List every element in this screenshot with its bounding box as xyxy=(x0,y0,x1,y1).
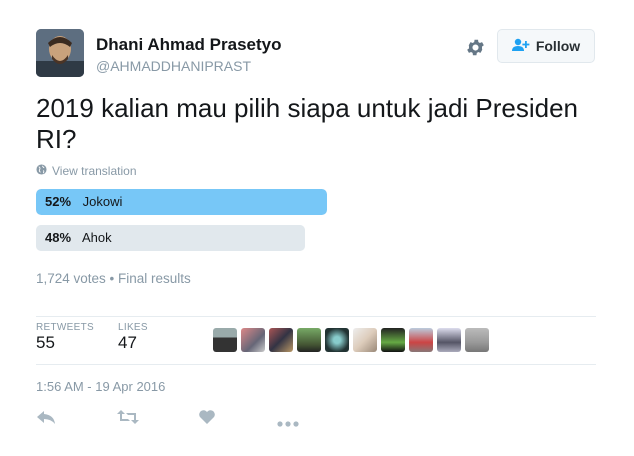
retweet-icon[interactable] xyxy=(117,409,139,427)
tweet-timestamp[interactable]: 1:56 AM - 19 Apr 2016 xyxy=(36,379,165,394)
liker-avatar[interactable] xyxy=(241,328,265,352)
like-icon[interactable] xyxy=(198,409,216,427)
poll-option-jokowi: 52% Jokowi xyxy=(36,189,327,215)
poll-option-label: Jokowi xyxy=(82,194,123,209)
likes-stat[interactable]: LIKES 47 xyxy=(118,322,148,353)
liker-avatar[interactable] xyxy=(353,328,377,352)
divider xyxy=(36,316,596,317)
view-translation-label: View translation xyxy=(52,164,137,178)
liker-avatars xyxy=(213,328,489,352)
add-user-icon xyxy=(511,38,530,55)
more-icon[interactable] xyxy=(277,414,299,432)
retweets-label: RETWEETS xyxy=(36,322,94,333)
divider xyxy=(36,364,596,365)
liker-avatar[interactable] xyxy=(437,328,461,352)
gear-icon[interactable] xyxy=(465,37,486,58)
retweets-stat[interactable]: RETWEETS 55 xyxy=(36,322,94,353)
likes-count: 47 xyxy=(118,333,137,352)
user-name[interactable]: Dhani Ahmad Prasetyo xyxy=(96,35,281,55)
poll-percent: 52% xyxy=(45,194,72,209)
poll-summary: 1,724 votes • Final results xyxy=(36,271,191,286)
follow-label: Follow xyxy=(535,38,581,54)
follow-button[interactable]: Follow xyxy=(497,29,595,63)
liker-avatar[interactable] xyxy=(213,328,237,352)
globe-icon xyxy=(36,164,47,178)
likes-label: LIKES xyxy=(118,322,148,333)
poll-option-ahok: 48% Ahok xyxy=(36,225,305,251)
view-translation-link[interactable]: View translation xyxy=(36,164,137,178)
liker-avatar[interactable] xyxy=(325,328,349,352)
retweets-count: 55 xyxy=(36,333,55,352)
liker-avatar[interactable] xyxy=(297,328,321,352)
user-handle[interactable]: @AHMADDHANIPRAST xyxy=(96,58,251,74)
poll-percent: 48% xyxy=(45,230,72,245)
reply-icon[interactable] xyxy=(36,409,56,427)
liker-avatar[interactable] xyxy=(381,328,405,352)
poll-option-label: Ahok xyxy=(81,230,112,245)
liker-avatar[interactable] xyxy=(409,328,433,352)
avatar[interactable] xyxy=(36,29,84,77)
liker-avatar[interactable] xyxy=(269,328,293,352)
tweet-text: 2019 kalian mau pilih siapa untuk jadi P… xyxy=(36,93,579,154)
liker-avatar[interactable] xyxy=(465,328,489,352)
